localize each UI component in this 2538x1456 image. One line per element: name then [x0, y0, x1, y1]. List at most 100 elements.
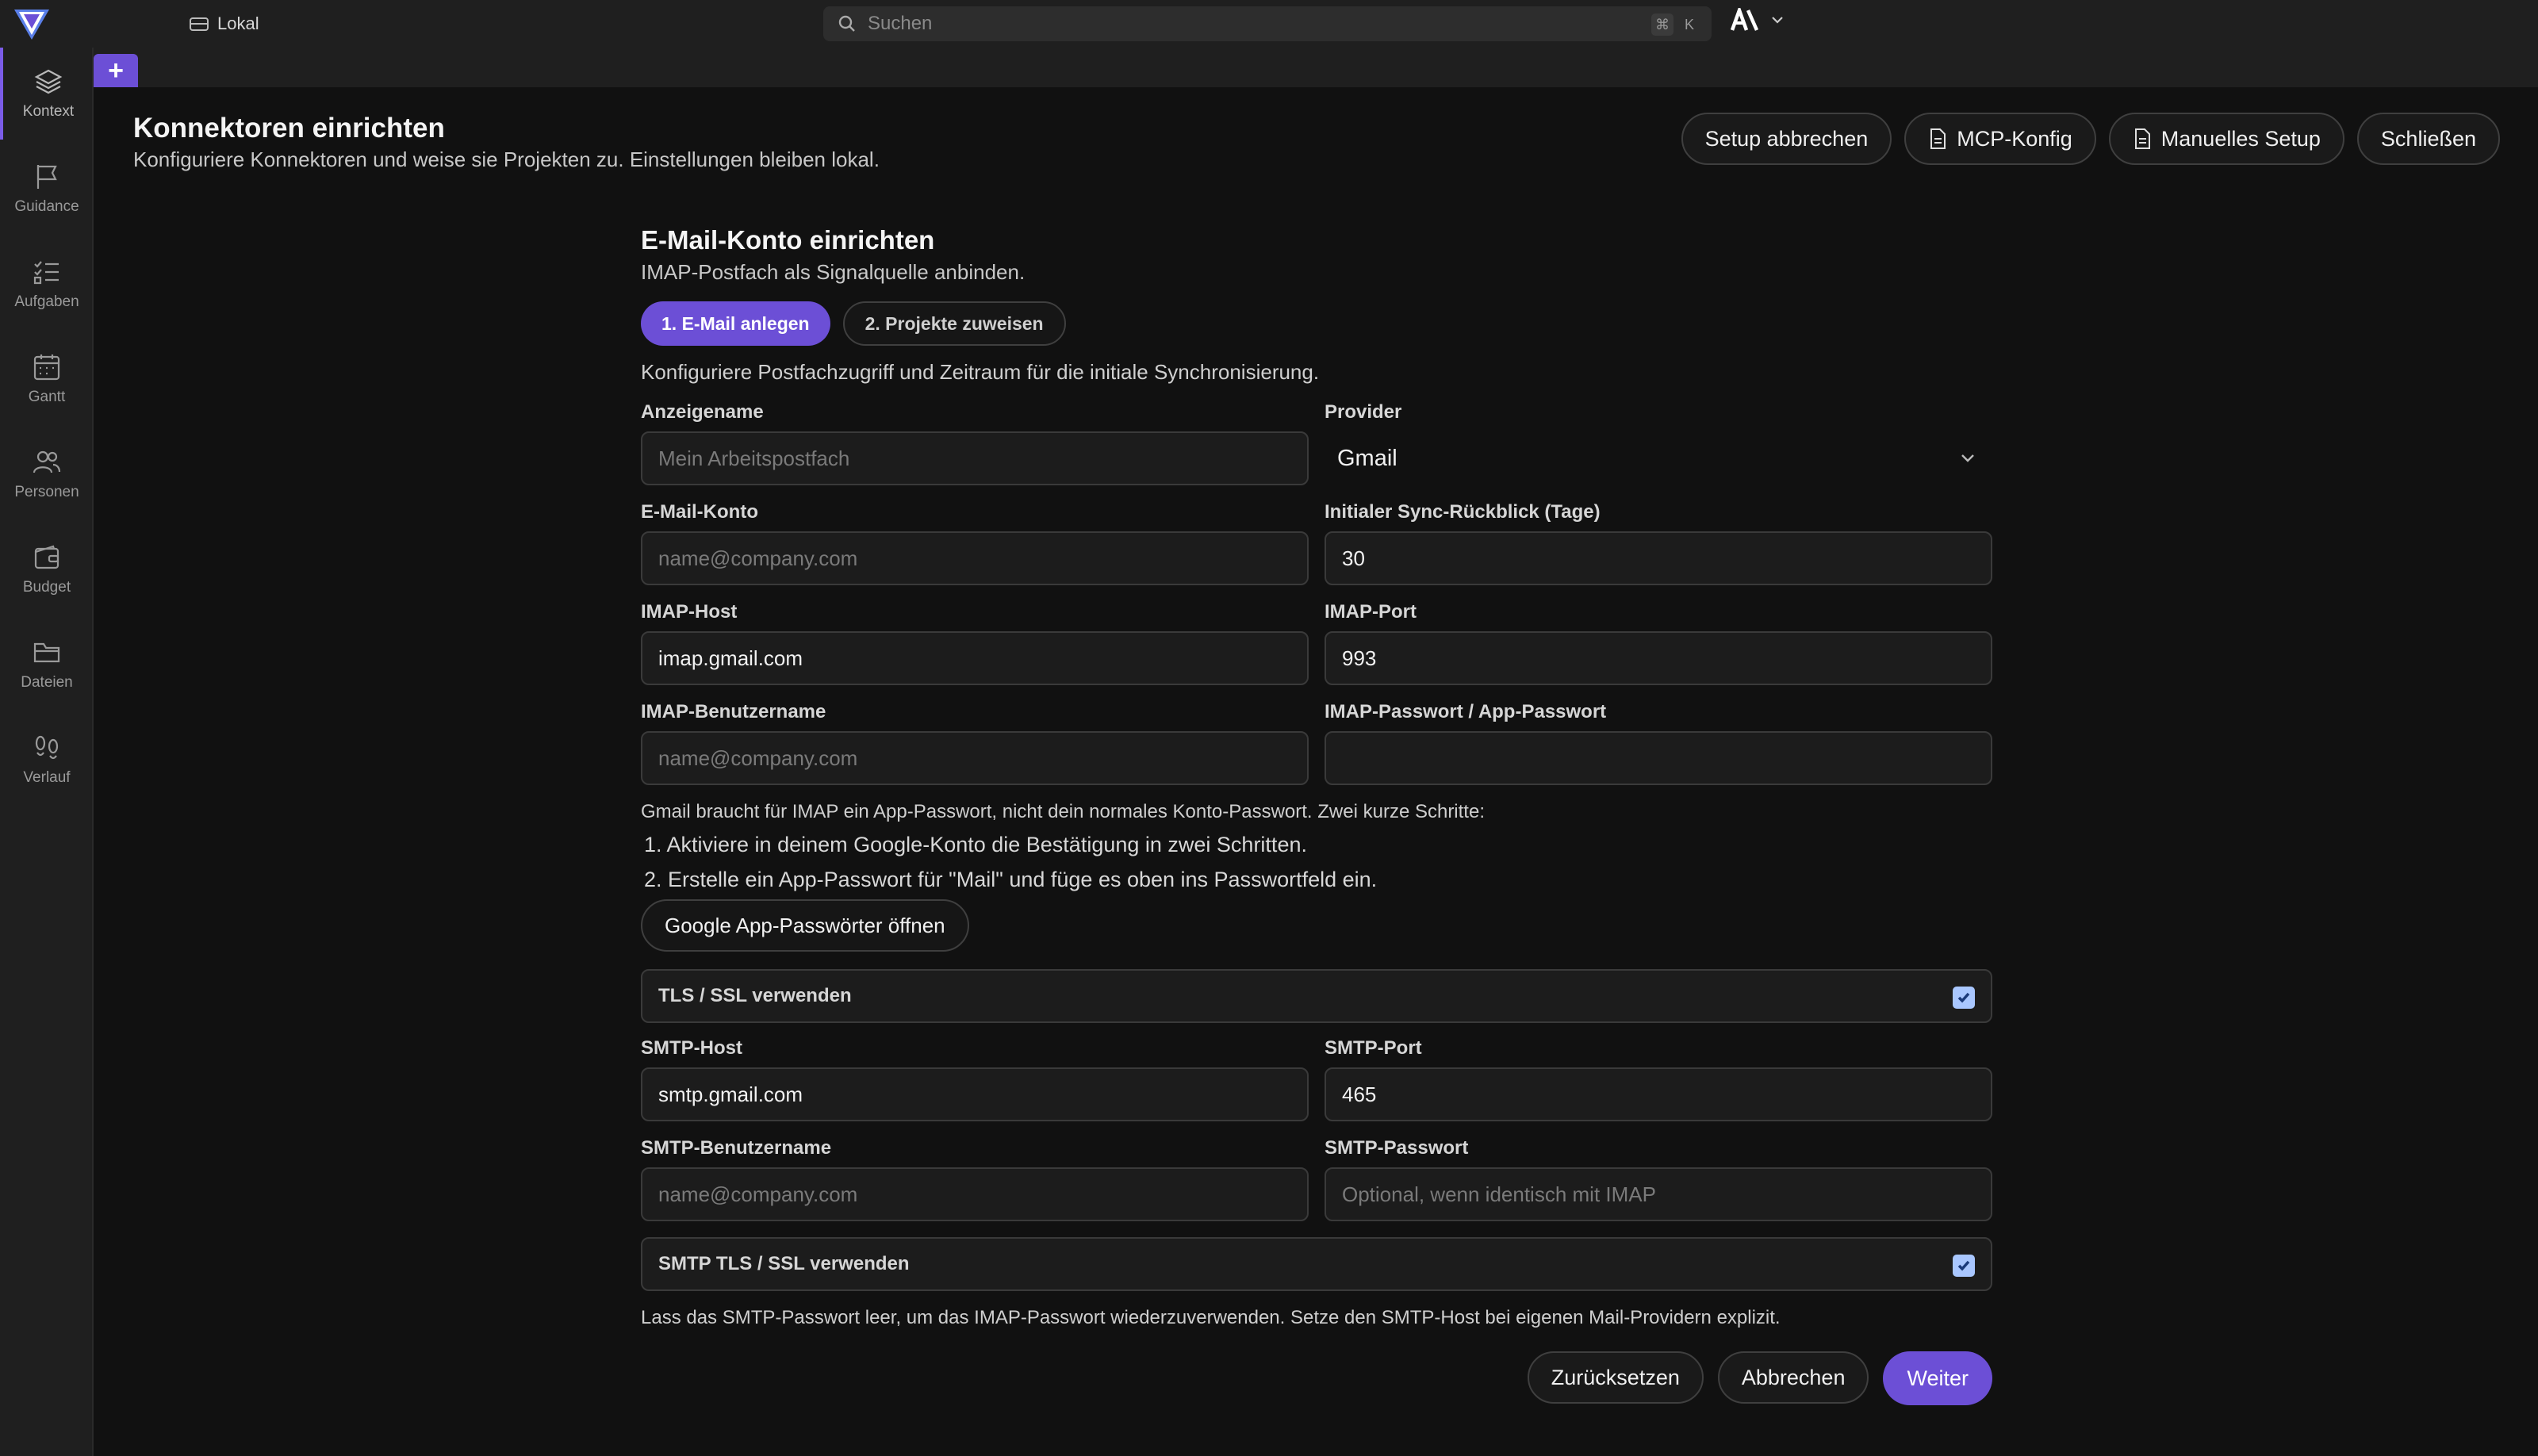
step-create-email[interactable]: 1. E-Mail anlegen — [641, 301, 830, 346]
header-actions: Setup abbrechen MCP-Konfig Manuelles Set… — [1681, 113, 2500, 165]
provider-select[interactable]: Gmail — [1325, 431, 1992, 485]
document-icon — [1930, 128, 1946, 149]
sidebar-item-dateien[interactable]: Dateien — [0, 619, 94, 711]
imap-port-input[interactable] — [1325, 631, 1992, 685]
sidebar-item-label: Aufgaben — [14, 293, 79, 310]
tasks-icon — [33, 261, 59, 285]
tls-toggle-row[interactable]: TLS / SSL verwenden — [641, 969, 1992, 1023]
cancel-label: Abbrechen — [1741, 1365, 1846, 1389]
next-label: Weiter — [1907, 1366, 1969, 1390]
add-tab-button[interactable]: + — [94, 54, 138, 87]
sidebar: Kontext Guidance Aufgaben Gantt Personen… — [0, 48, 94, 1456]
search-bar[interactable]: Suchen ⌘ K — [823, 6, 1712, 41]
smtp-tls-checkbox[interactable] — [1953, 1255, 1975, 1277]
sync-days-label: Initialer Sync-Rückblick (Tage) — [1325, 501, 1601, 523]
smtp-pass-label: SMTP-Passwort — [1325, 1137, 1469, 1159]
page-subtitle: Konfiguriere Konnektoren und weise sie P… — [133, 148, 880, 171]
setup-cancel-label: Setup abbrechen — [1704, 126, 1869, 151]
next-button[interactable]: Weiter — [1883, 1351, 1992, 1405]
page-title: Konnektoren einrichten — [133, 113, 445, 144]
folder-icon — [33, 642, 60, 663]
display-name-input[interactable] — [641, 431, 1309, 485]
step-tabs: 1. E-Mail anlegen 2. Projekte zuweisen — [641, 301, 1066, 346]
account-logo-icon — [1731, 8, 1759, 31]
smtp-port-input[interactable] — [1325, 1067, 1992, 1121]
sidebar-item-label: Kontext — [22, 103, 75, 120]
imap-host-input[interactable] — [641, 631, 1309, 685]
imap-pass-input[interactable] — [1325, 731, 1992, 785]
kbd-cmd: ⌘ — [1651, 13, 1673, 36]
tab-bar — [94, 48, 2538, 87]
sidebar-item-label: Dateien — [21, 674, 73, 691]
sidebar-item-label: Guidance — [14, 198, 79, 215]
wallet-icon — [34, 545, 59, 569]
smtp-hint: Lass das SMTP-Passwort leer, um das IMAP… — [641, 1307, 1781, 1328]
people-icon — [33, 450, 61, 473]
sidebar-item-personen[interactable]: Personen — [0, 428, 94, 520]
cancel-button[interactable]: Abbrechen — [1717, 1351, 1869, 1404]
app-logo-icon[interactable] — [13, 6, 51, 41]
account-menu[interactable] — [1731, 8, 1785, 32]
tls-checkbox[interactable] — [1953, 987, 1975, 1009]
smtp-host-input[interactable] — [641, 1067, 1309, 1121]
search-shortcut: ⌘ K — [1651, 13, 1700, 36]
gmail-step-1: 1. Aktiviere in deinem Google-Konto die … — [644, 833, 1307, 856]
smtp-user-input[interactable] — [641, 1167, 1309, 1221]
checkmark-icon — [1957, 992, 1970, 1003]
google-app-passwords-button[interactable]: Google App-Passwörter öffnen — [641, 899, 969, 952]
imap-user-input[interactable] — [641, 731, 1309, 785]
imap-port-label: IMAP-Port — [1325, 601, 1417, 623]
sidebar-item-label: Verlauf — [23, 769, 71, 786]
sidebar-item-label: Gantt — [28, 389, 66, 405]
workspace-label: Lokal — [217, 13, 259, 33]
display-name-label: Anzeigename — [641, 401, 764, 423]
smtp-tls-toggle-row[interactable]: SMTP TLS / SSL verwenden — [641, 1237, 1992, 1291]
mcp-config-button[interactable]: MCP-Konfig — [1904, 113, 2096, 165]
layers-icon — [34, 69, 63, 94]
form-footer-actions: Zurücksetzen Abbrechen Weiter — [1527, 1351, 1992, 1405]
setup-cancel-button[interactable]: Setup abbrechen — [1681, 113, 1892, 165]
chevron-down-icon — [1961, 454, 1974, 462]
sidebar-item-verlauf[interactable]: Verlauf — [0, 714, 94, 806]
close-label: Schließen — [2380, 126, 2476, 151]
reset-button[interactable]: Zurücksetzen — [1527, 1351, 1704, 1404]
kbd-k: K — [1684, 16, 1694, 33]
imap-pass-label: IMAP-Passwort / App-Passwort — [1325, 701, 1607, 722]
form-intro: Konfiguriere Postfachzugriff und Zeitrau… — [641, 360, 1320, 384]
sync-days-input[interactable] — [1325, 531, 1992, 585]
smtp-port-label: SMTP-Port — [1325, 1037, 1422, 1059]
checkmark-icon — [1957, 1260, 1970, 1271]
workspace-selector[interactable]: Lokal — [189, 11, 259, 36]
email-input[interactable] — [641, 531, 1309, 585]
smtp-pass-input[interactable] — [1325, 1167, 1992, 1221]
drive-icon — [190, 17, 209, 31]
sidebar-item-guidance[interactable]: Guidance — [0, 143, 94, 235]
form-subtitle: IMAP-Postfach als Signalquelle anbinden. — [641, 260, 1026, 284]
imap-host-label: IMAP-Host — [641, 601, 738, 623]
footsteps-icon — [35, 735, 59, 760]
mcp-config-label: MCP-Konfig — [1957, 126, 2072, 151]
provider-label: Provider — [1325, 401, 1402, 423]
sidebar-item-aufgaben[interactable]: Aufgaben — [0, 238, 94, 330]
sidebar-item-label: Budget — [22, 579, 71, 596]
close-button[interactable]: Schließen — [2356, 113, 2500, 165]
smtp-user-label: SMTP-Benutzername — [641, 1137, 832, 1159]
document-icon — [2134, 128, 2150, 149]
calendar-icon — [33, 354, 60, 381]
step-assign-projects[interactable]: 2. Projekte zuweisen — [842, 301, 1066, 346]
reset-label: Zurücksetzen — [1551, 1365, 1680, 1389]
search-placeholder: Suchen — [868, 13, 933, 34]
gmail-step-2: 2. Erstelle ein App-Passwort für "Mail" … — [644, 868, 1378, 891]
gmail-hint: Gmail braucht für IMAP ein App-Passwort,… — [641, 801, 1485, 822]
top-bar: Lokal Suchen ⌘ K — [0, 0, 2538, 48]
manual-setup-button[interactable]: Manuelles Setup — [2108, 113, 2344, 165]
sidebar-item-gantt[interactable]: Gantt — [0, 333, 94, 425]
imap-user-label: IMAP-Benutzername — [641, 701, 826, 722]
form-title: E-Mail-Konto einrichten — [641, 225, 935, 255]
sidebar-item-kontext[interactable]: Kontext — [0, 48, 94, 140]
flag-icon — [36, 165, 57, 189]
sidebar-item-label: Personen — [14, 484, 79, 500]
search-icon — [838, 15, 855, 32]
email-label: E-Mail-Konto — [641, 501, 758, 523]
sidebar-item-budget[interactable]: Budget — [0, 523, 94, 615]
